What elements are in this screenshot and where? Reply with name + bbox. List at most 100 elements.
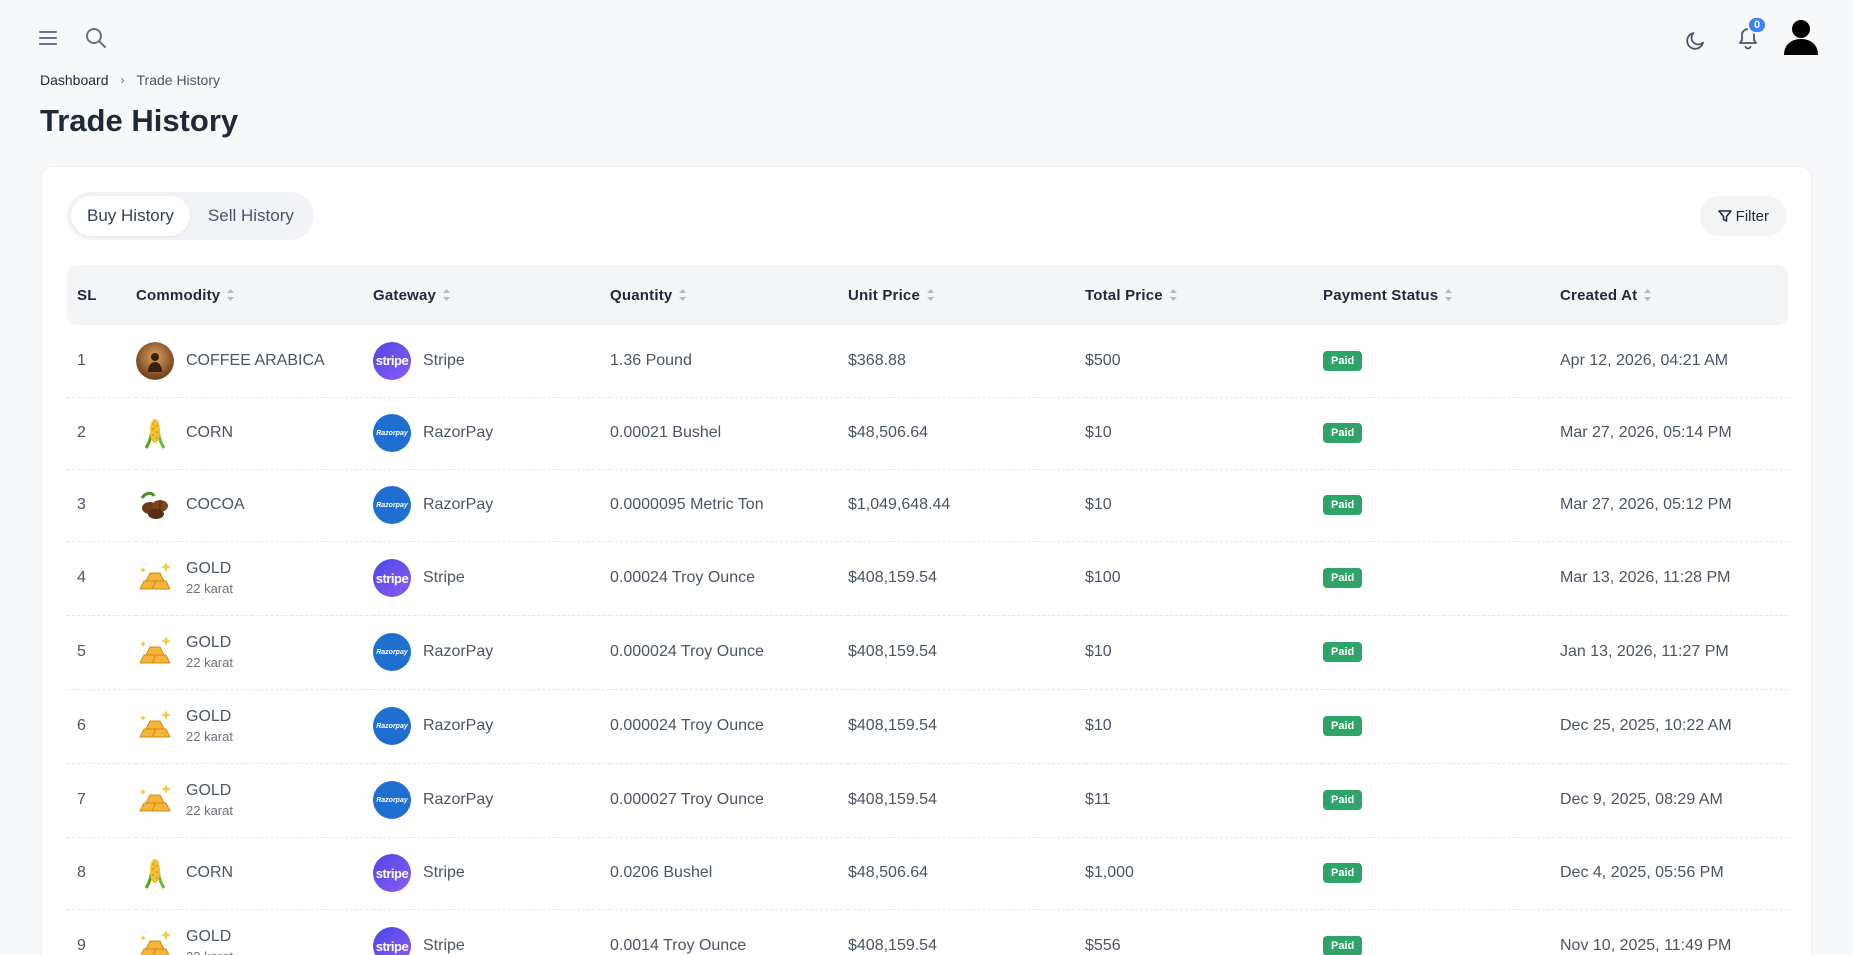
commodity-name: COFFEE ARABICA [186, 351, 325, 369]
cell-total-price: $10 [1085, 615, 1323, 690]
cell-unit-price: $1,049,648.44 [848, 469, 1085, 542]
tab-sell-history[interactable]: Sell History [192, 196, 310, 236]
column-header-total-price[interactable]: Total Price [1085, 265, 1323, 325]
gateway-name: Stripe [423, 864, 465, 881]
cell-payment-status: Paid [1323, 325, 1560, 398]
breadcrumb-current: Trade History [136, 72, 221, 88]
coffee-commodity-icon [136, 341, 174, 380]
sort-icon[interactable] [442, 288, 451, 302]
sort-icon[interactable] [1169, 288, 1178, 302]
column-header-quantity[interactable]: Quantity [610, 265, 848, 325]
tab-buy-history[interactable]: Buy History [71, 196, 190, 236]
razorpay-logo-icon: Razorpay [373, 414, 411, 452]
gold-commodity-icon [136, 707, 174, 745]
status-badge: Paid [1323, 568, 1363, 588]
column-header-label: Quantity [610, 286, 673, 304]
cell-created-at: Dec 25, 2025, 10:22 AM [1560, 689, 1788, 764]
trade-table: SL Commodity Gateway Quantity Unit Price Tota… [67, 265, 1788, 955]
column-header-label: Total Price [1085, 286, 1163, 304]
commodity-subtitle: 22 karat [186, 949, 233, 955]
commodity-subtitle: 22 karat [186, 803, 233, 818]
cell-gateway: Razorpay RazorPay [373, 397, 610, 470]
cell-gateway: Razorpay RazorPay [373, 469, 610, 542]
commodity-name: GOLD [186, 928, 232, 945]
cell-created-at: Nov 10, 2025, 11:49 PM [1560, 909, 1788, 955]
cell-commodity: GOLD 22 karat [136, 763, 373, 838]
stripe-logo-icon: stripe [373, 341, 411, 380]
status-badge: Paid [1323, 495, 1363, 515]
cell-unit-price: $48,506.64 [848, 397, 1085, 470]
cell-gateway: Razorpay RazorPay [373, 615, 610, 690]
cell-unit-price: $48,506.64 [848, 837, 1085, 910]
column-header-created-at[interactable]: Created At [1560, 265, 1788, 325]
column-header-unit-price[interactable]: Unit Price [848, 265, 1085, 325]
cell-total-price: $11 [1085, 763, 1323, 838]
razorpay-logo-icon: Razorpay [373, 707, 411, 745]
sort-icon[interactable] [1643, 288, 1652, 302]
sort-icon[interactable] [926, 288, 935, 302]
commodity-subtitle: 22 karat [186, 581, 233, 596]
menu-icon[interactable] [34, 24, 62, 52]
cell-unit-price: $408,159.54 [848, 541, 1085, 616]
gold-commodity-icon [136, 633, 174, 671]
trade-history-card: Buy History Sell History Filter SL Commod… [41, 166, 1812, 955]
cell-created-at: Mar 27, 2026, 05:14 PM [1560, 397, 1788, 470]
status-badge: Paid [1323, 350, 1363, 371]
cell-quantity: 0.0206 Bushel [610, 837, 848, 910]
cell-total-price: $10 [1085, 469, 1323, 542]
table-row: 1 COFFEE ARABICA stripe Stripe 1.36 Pound $36… [67, 325, 1788, 398]
user-avatar-icon[interactable] [1781, 17, 1821, 57]
cell-sl: 6 [67, 689, 136, 764]
cell-commodity: CORN [136, 837, 373, 910]
cell-sl: 2 [67, 397, 136, 470]
filter-icon [1717, 210, 1732, 222]
commodity-name: GOLD [186, 782, 232, 799]
cell-payment-status: Paid [1323, 615, 1560, 690]
breadcrumb-dashboard-link[interactable]: Dashboard [40, 72, 109, 88]
cell-sl: 1 [67, 325, 136, 398]
gateway-name: RazorPay [423, 496, 494, 513]
table-row: 6 GOLD 22 karat Razorpay RazorPay 0.000024 Tr… [67, 689, 1788, 764]
search-icon[interactable] [82, 24, 110, 52]
column-header-label: Commodity [136, 286, 221, 304]
column-header-label: Created At [1560, 286, 1638, 304]
gateway-name: RazorPay [423, 424, 494, 441]
cell-quantity: 1.36 Pound [610, 325, 848, 398]
cell-commodity: CORN [136, 397, 373, 470]
razorpay-logo-icon: Razorpay [373, 781, 411, 819]
dark-mode-toggle-icon[interactable] [1680, 24, 1712, 56]
cell-quantity: 0.000024 Troy Ounce [610, 615, 848, 690]
cell-payment-status: Paid [1323, 763, 1560, 838]
sort-icon[interactable] [226, 288, 235, 302]
status-badge: Paid [1323, 716, 1363, 736]
sort-icon[interactable] [678, 288, 687, 302]
cell-created-at: Dec 4, 2025, 05:56 PM [1560, 837, 1788, 910]
table-row: 3 COCOA Razorpay RazorPay 0.0000095 Metric T… [67, 469, 1788, 542]
commodity-subtitle: 22 karat [186, 655, 233, 670]
cell-commodity: COCOA [136, 469, 373, 542]
table-row: 8 CORN stripe Stripe 0.0206 Bushel $48,506.64… [67, 837, 1788, 910]
column-header-commodity[interactable]: Commodity [136, 265, 373, 325]
table-header-row: SL Commodity Gateway Quantity Unit Price Tota… [67, 265, 1788, 325]
cell-sl: 3 [67, 469, 136, 542]
cell-sl: 7 [67, 763, 136, 838]
razorpay-logo-icon: Razorpay [373, 486, 411, 524]
cell-unit-price: $408,159.54 [848, 763, 1085, 838]
table-row: 5 GOLD 22 karat Razorpay RazorPay 0.000024 Tr… [67, 615, 1788, 690]
cell-payment-status: Paid [1323, 469, 1560, 542]
column-header-payment-status[interactable]: Payment Status [1323, 265, 1560, 325]
cell-quantity: 0.000027 Troy Ounce [610, 763, 848, 838]
sort-icon[interactable] [1444, 288, 1453, 302]
cell-commodity: GOLD 22 karat [136, 909, 373, 955]
cell-gateway: stripe Stripe [373, 541, 610, 616]
status-badge: Paid [1323, 790, 1363, 810]
filter-button[interactable]: Filter [1699, 196, 1787, 236]
status-badge: Paid [1323, 423, 1363, 443]
column-header-gateway[interactable]: Gateway [373, 265, 610, 325]
table-row: 4 GOLD 22 karat stripe Stripe 0.00024 Troy Ou… [67, 541, 1788, 616]
filter-label: Filter [1735, 207, 1769, 225]
cell-commodity: GOLD 22 karat [136, 689, 373, 764]
cell-unit-price: $408,159.54 [848, 615, 1085, 690]
gateway-name: RazorPay [423, 717, 494, 734]
cell-unit-price: $368.88 [848, 325, 1085, 398]
